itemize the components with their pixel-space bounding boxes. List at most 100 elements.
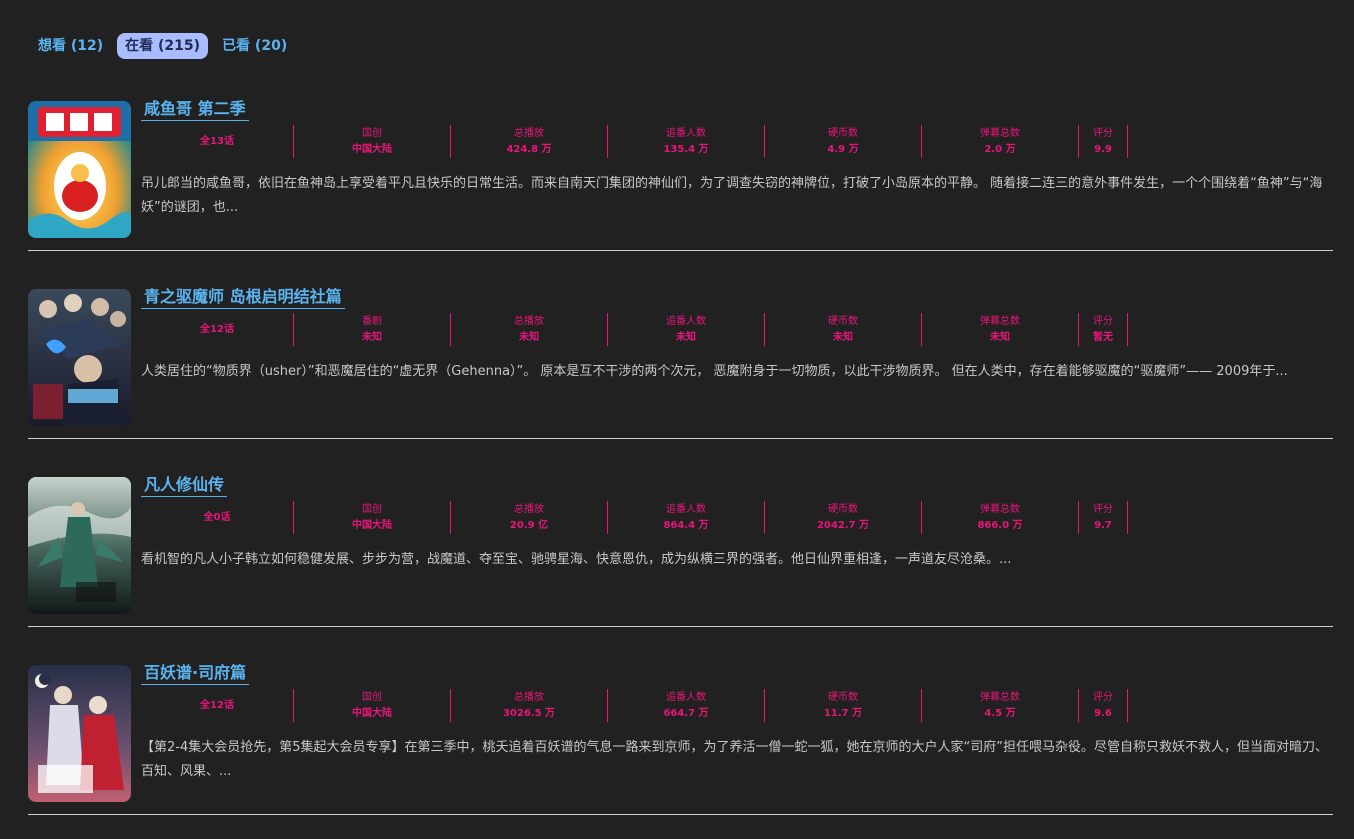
stat-label: 评分 [1093, 127, 1113, 139]
stat-label: 硬币数 [828, 315, 858, 327]
stat-value: 11.7 万 [823, 707, 863, 719]
anime-title[interactable]: 百妖谱·司府篇 [141, 659, 250, 685]
stat-play: 总播放 未知 [451, 313, 608, 346]
stat-value: 9.6 [1094, 707, 1112, 719]
stat-label: 弹幕总数 [980, 315, 1020, 327]
stat-value: 暂无 [1093, 331, 1113, 343]
stat-value: 2042.7 万 [816, 519, 870, 531]
anime-description: 看机智的凡人小子韩立如何稳健发展、步步为营，战魔道、夺至宝、驰骋星海、快意恩仇，… [141, 552, 1012, 567]
stat-label: 国创 [362, 691, 382, 703]
list-item: 青之驱魔师 岛根启明结社篇 全12话 番剧 未知 总播放 未知 追番人数 未知 … [28, 287, 1333, 439]
stat-type: 国创 中国大陆 [294, 501, 451, 534]
cover-image[interactable] [28, 477, 131, 614]
episode-count: 全0话 [141, 501, 294, 534]
stat-label: 弹幕总数 [980, 691, 1020, 703]
stat-value: 未知 [519, 331, 539, 343]
stat-value: 未知 [676, 331, 696, 343]
stat-value: 866.0 万 [977, 519, 1023, 531]
stat-score: 评分 9.9 [1079, 125, 1128, 158]
stats-row: 全12话 番剧 未知 总播放 未知 追番人数 未知 硬币数 未知 弹幕总数 未知… [141, 313, 1128, 346]
stat-label: 弹幕总数 [980, 503, 1020, 515]
stat-follow: 追番人数 664.7 万 [608, 689, 765, 722]
cover-image[interactable] [28, 665, 131, 802]
stat-score: 评分 暂无 [1079, 313, 1128, 346]
stat-danmaku: 弹幕总数 未知 [922, 313, 1079, 346]
cover-image[interactable] [28, 101, 131, 238]
stat-label: 评分 [1093, 503, 1113, 515]
stat-coin: 硬币数 未知 [765, 313, 922, 346]
cover-image[interactable] [28, 289, 131, 426]
stat-value: 664.7 万 [663, 707, 709, 719]
list-item: 百妖谱·司府篇 全12话 国创 中国大陆 总播放 3026.5 万 追番人数 6… [28, 663, 1333, 815]
stat-label: 追番人数 [666, 691, 706, 703]
stat-value: 864.4 万 [663, 519, 709, 531]
divider [28, 438, 1333, 439]
stat-play: 总播放 20.9 亿 [451, 501, 608, 534]
stats-row: 全12话 国创 中国大陆 总播放 3026.5 万 追番人数 664.7 万 硬… [141, 689, 1128, 722]
stat-value: 4.9 万 [827, 143, 859, 155]
stat-label: 弹幕总数 [980, 127, 1020, 139]
stat-label: 硬币数 [828, 503, 858, 515]
stat-value: 未知 [362, 331, 382, 343]
stat-type: 国创 中国大陆 [294, 689, 451, 722]
stat-value: 424.8 万 [506, 143, 552, 155]
anime-title[interactable]: 凡人修仙传 [141, 471, 228, 497]
stat-label: 追番人数 [666, 127, 706, 139]
tab-watched[interactable]: 已看 (20) [214, 33, 295, 59]
watch-status-tabs: 想看 (12) 在看 (215) 已看 (20) [30, 33, 295, 59]
divider [28, 814, 1333, 815]
anime-description: 【第2-4集大会员抢先，第5集起大会员专享】在第三季中，桃夭追着百妖谱的气息一路… [141, 740, 1328, 779]
stat-value: 4.5 万 [984, 707, 1016, 719]
stat-coin: 硬币数 2042.7 万 [765, 501, 922, 534]
episode-count: 全12话 [141, 689, 294, 722]
stat-label: 追番人数 [666, 315, 706, 327]
stat-coin: 硬币数 11.7 万 [765, 689, 922, 722]
stat-value: 2.0 万 [984, 143, 1016, 155]
stat-follow: 追番人数 864.4 万 [608, 501, 765, 534]
stat-label: 硬币数 [828, 691, 858, 703]
anime-description: 人类居住的“物质界（usher）”和恶魔居住的“虚无界（Gehenna）”。 原… [141, 364, 1288, 379]
stat-follow: 追番人数 未知 [608, 313, 765, 346]
stat-value: 3026.5 万 [502, 707, 556, 719]
stat-label: 追番人数 [666, 503, 706, 515]
tab-want-to-watch[interactable]: 想看 (12) [30, 33, 111, 59]
stat-value: 中国大陆 [352, 143, 392, 155]
stat-label: 国创 [362, 503, 382, 515]
anime-title[interactable]: 咸鱼哥 第二季 [141, 95, 249, 121]
stats-row: 全13话 国创 中国大陆 总播放 424.8 万 追番人数 135.4 万 硬币… [141, 125, 1128, 158]
stat-play: 总播放 3026.5 万 [451, 689, 608, 722]
stat-danmaku: 弹幕总数 866.0 万 [922, 501, 1079, 534]
anime-title[interactable]: 青之驱魔师 岛根启明结社篇 [141, 283, 345, 309]
stat-label: 总播放 [514, 315, 544, 327]
stat-value: 9.7 [1094, 519, 1112, 531]
stat-coin: 硬币数 4.9 万 [765, 125, 922, 158]
divider [28, 250, 1333, 251]
list-item: 凡人修仙传 全0话 国创 中国大陆 总播放 20.9 亿 追番人数 864.4 … [28, 475, 1333, 627]
stat-value: 中国大陆 [352, 707, 392, 719]
stat-label: 评分 [1093, 691, 1113, 703]
stat-label: 国创 [362, 127, 382, 139]
stats-row: 全0话 国创 中国大陆 总播放 20.9 亿 追番人数 864.4 万 硬币数 … [141, 501, 1128, 534]
stat-label: 番剧 [362, 315, 382, 327]
stat-score: 评分 9.7 [1079, 501, 1128, 534]
stat-label: 总播放 [514, 503, 544, 515]
stat-type: 国创 中国大陆 [294, 125, 451, 158]
stat-label: 硬币数 [828, 127, 858, 139]
stat-play: 总播放 424.8 万 [451, 125, 608, 158]
stat-label: 总播放 [514, 691, 544, 703]
episode-count: 全13话 [141, 125, 294, 158]
stat-value: 135.4 万 [663, 143, 709, 155]
stat-danmaku: 弹幕总数 4.5 万 [922, 689, 1079, 722]
stat-value: 20.9 亿 [509, 519, 549, 531]
stat-type: 番剧 未知 [294, 313, 451, 346]
stat-label: 评分 [1093, 315, 1113, 327]
episode-count: 全12话 [141, 313, 294, 346]
stat-value: 未知 [833, 331, 853, 343]
stat-score: 评分 9.6 [1079, 689, 1128, 722]
stat-value: 9.9 [1094, 143, 1112, 155]
stat-follow: 追番人数 135.4 万 [608, 125, 765, 158]
divider [28, 626, 1333, 627]
tab-watching[interactable]: 在看 (215) [117, 33, 209, 59]
stat-danmaku: 弹幕总数 2.0 万 [922, 125, 1079, 158]
stat-value: 未知 [990, 331, 1010, 343]
